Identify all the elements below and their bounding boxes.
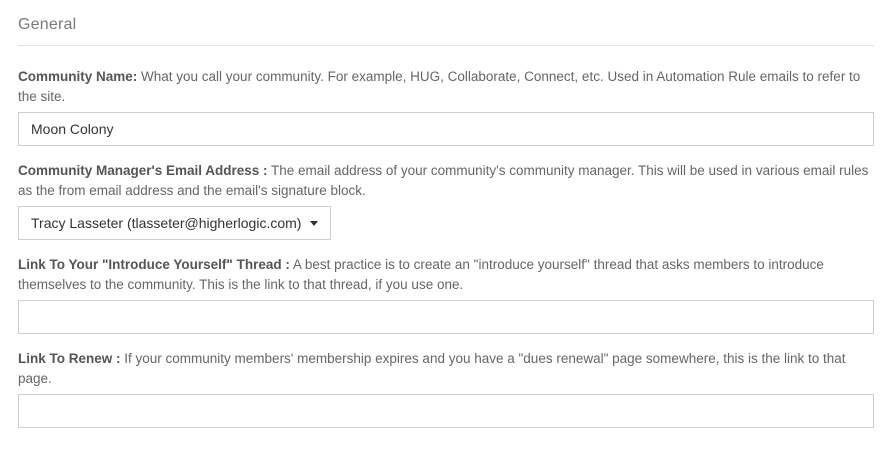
- manager-email-selected: Tracy Lasseter (tlasseter@higherlogic.co…: [31, 215, 302, 231]
- general-settings-panel: General Community Name: What you call yo…: [0, 0, 891, 452]
- introduce-link-input[interactable]: [18, 300, 874, 334]
- manager-email-select[interactable]: Tracy Lasseter (tlasseter@higherlogic.co…: [18, 206, 331, 240]
- introduce-link-label: Link To Your "Introduce Yourself" Thread…: [18, 257, 290, 272]
- caret-down-icon: [310, 221, 318, 226]
- section-divider: [18, 45, 874, 46]
- manager-email-label: Community Manager's Email Address :: [18, 163, 268, 178]
- renew-link-help: If your community members' membership ex…: [18, 351, 846, 386]
- community-name-label: Community Name:: [18, 69, 138, 84]
- community-name-description: Community Name: What you call your commu…: [18, 67, 874, 107]
- renew-link-description: Link To Renew : If your community member…: [18, 349, 874, 389]
- section-title: General: [18, 16, 77, 33]
- introduce-link-description: Link To Your "Introduce Yourself" Thread…: [18, 255, 874, 295]
- manager-email-description: Community Manager's Email Address : The …: [18, 161, 874, 201]
- community-name-input[interactable]: [18, 112, 874, 146]
- renew-link-input[interactable]: [18, 394, 874, 428]
- renew-link-label: Link To Renew :: [18, 351, 121, 366]
- community-name-help: What you call your community. For exampl…: [18, 69, 861, 104]
